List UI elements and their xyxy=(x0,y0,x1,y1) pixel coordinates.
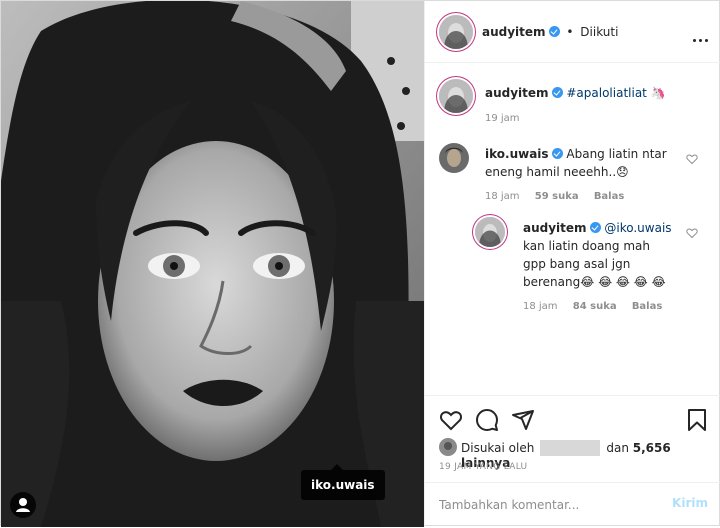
verified-icon xyxy=(551,87,563,98)
user-tag-icon[interactable] xyxy=(10,492,36,518)
comment-line: Abang liatin ntar xyxy=(566,147,667,161)
reply-button[interactable]: Balas xyxy=(632,301,663,312)
comment-meta: 18 jam 84 suka Balas xyxy=(523,301,674,312)
post-header: audyitem • Diikuti xyxy=(425,1,720,63)
comment-likes[interactable]: 59 suka xyxy=(535,191,579,202)
comment-username[interactable]: audyitem xyxy=(523,221,587,235)
post-comment-button[interactable]: Kirim xyxy=(672,496,708,510)
header-separator: • xyxy=(566,25,574,39)
avatar[interactable] xyxy=(439,143,469,173)
caption-username[interactable]: audyitem xyxy=(485,86,549,100)
avatar[interactable] xyxy=(439,438,457,456)
comment-line: kan liatin doang mah xyxy=(523,239,650,253)
caption-hashtag[interactable]: #apaloliatliat xyxy=(566,86,647,100)
instagram-post: iko.uwais audyitem • Diikuti audyitem #a… xyxy=(0,0,720,527)
reply-button[interactable]: Balas xyxy=(594,191,625,202)
avatar[interactable] xyxy=(475,217,505,247)
comment-time[interactable]: 18 jam xyxy=(485,191,520,202)
more-icon[interactable] xyxy=(690,31,708,45)
comment-meta: 18 jam 59 suka Balas xyxy=(485,191,636,202)
comment-line: berenang😂 😂 😂 😂 😂 xyxy=(523,275,666,289)
avatar[interactable] xyxy=(439,79,473,113)
likes-conjunction: dan xyxy=(606,441,629,455)
comments-section: audyitem #apaloliatliat 🦄 19 jam iko.uwa… xyxy=(425,63,720,395)
caption-time[interactable]: 19 jam xyxy=(485,113,520,124)
comment-likes[interactable]: 84 suka xyxy=(573,301,617,312)
heart-icon[interactable] xyxy=(686,153,698,165)
comment-text: audyitem @iko.uwais kan liatin doang mah… xyxy=(523,219,672,291)
follow-status-button[interactable]: Diikuti xyxy=(580,25,618,39)
unicorn-icon: 🦄 xyxy=(650,86,666,100)
action-bar: Disukai oleh dan 5,656 lainnya 19 JAM YAN… xyxy=(425,395,720,527)
caption-text: audyitem #apaloliatliat 🦄 xyxy=(485,84,666,102)
post-sidebar: audyitem • Diikuti audyitem #apaloliatli… xyxy=(424,1,720,527)
verified-icon xyxy=(589,222,601,233)
verified-icon xyxy=(551,148,563,159)
user-tag-label[interactable]: iko.uwais xyxy=(301,464,385,500)
comment-time[interactable]: 18 jam xyxy=(523,301,558,312)
portrait-image xyxy=(1,1,424,527)
heart-icon[interactable] xyxy=(439,408,463,432)
caption-meta: 19 jam xyxy=(485,113,532,124)
comment-text: iko.uwais Abang liatin ntar eneng hamil … xyxy=(485,145,667,181)
share-icon[interactable] xyxy=(511,408,535,432)
comment-input[interactable] xyxy=(439,493,659,517)
comment-line: gpp bang asal jgn xyxy=(523,257,631,271)
post-timestamp[interactable]: 19 JAM YANG LALU xyxy=(439,462,527,472)
header-line: audyitem • Diikuti xyxy=(482,25,618,39)
verified-icon xyxy=(548,26,560,37)
blurred-username xyxy=(540,440,601,456)
post-photo[interactable]: iko.uwais xyxy=(1,1,424,527)
likes-prefix: Disukai oleh xyxy=(461,441,535,455)
bookmark-icon[interactable] xyxy=(685,408,709,432)
comment-mention[interactable]: @iko.uwais xyxy=(604,221,671,235)
header-username[interactable]: audyitem xyxy=(482,25,546,39)
add-comment-bar: Kirim xyxy=(425,482,720,528)
avatar[interactable] xyxy=(439,15,473,49)
comment-username[interactable]: iko.uwais xyxy=(485,147,549,161)
comment-line: eneng hamil neeehh..😞 xyxy=(485,165,629,179)
heart-icon[interactable] xyxy=(686,227,698,239)
comment-icon[interactable] xyxy=(475,408,499,432)
